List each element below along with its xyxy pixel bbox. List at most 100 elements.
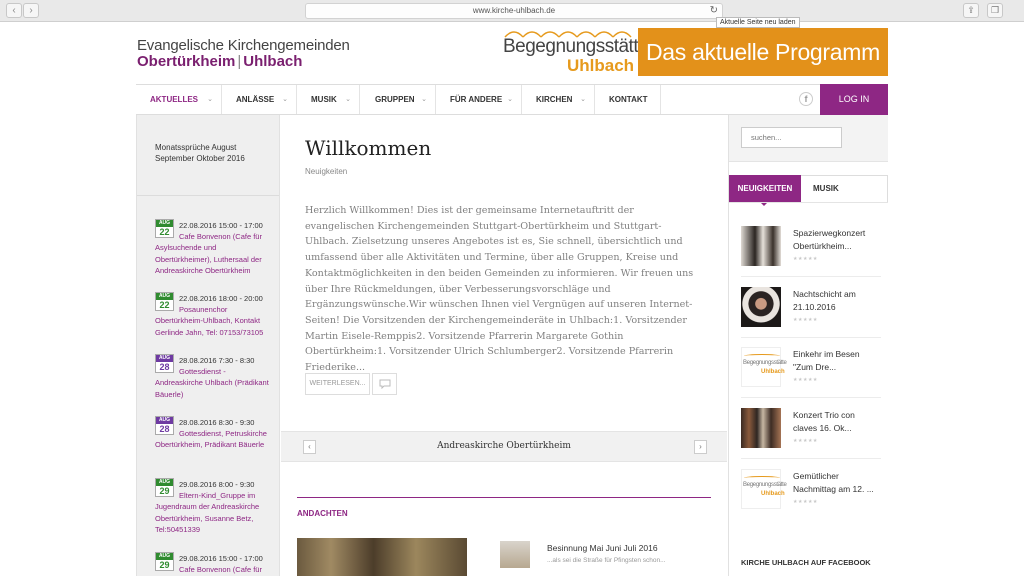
nav-gruppen[interactable]: GRUPPEN ⌄ (360, 85, 436, 114)
nav-label: AKTUELLES (150, 95, 198, 104)
news-thumbnail[interactable] (741, 408, 781, 448)
event-time: 22.08.2016 18:00 - 20:00 (179, 294, 263, 303)
news-thumbnail[interactable]: Begegnungsstätte Uhlbach (741, 469, 787, 509)
event-title[interactable]: Cafe Bonvenon (Cafe für (155, 564, 271, 575)
logo-arcs-icon (744, 354, 780, 358)
nav-label: KONTAKT (609, 95, 648, 104)
rating-stars-icon: ★★★★★ (793, 317, 818, 323)
login-button[interactable]: LOG IN (820, 84, 888, 115)
event-title[interactable]: Gottesdienst, Petruskirche Obertürkheim,… (155, 428, 271, 451)
comment-icon[interactable] (372, 373, 397, 395)
news-title[interactable]: Konzert Trio con claves 16. Ok... (793, 409, 881, 435)
nav-label: MUSIK (311, 95, 337, 104)
chevron-down-icon: ⌄ (421, 96, 427, 103)
page-title[interactable]: Willkommen (305, 136, 431, 160)
thumb-logo-place: Uhlbach (761, 369, 785, 375)
site-title: Evangelische Kirchengemeinden (137, 37, 350, 54)
facebook-section-title: KIRCHE UHLBACH AUF FACEBOOK (741, 558, 871, 567)
reload-icon[interactable]: ↻ (710, 4, 718, 18)
event-time: 29.08.2016 8:00 - 9:30 (179, 480, 255, 489)
logo-word: Begegnungsstätte (503, 36, 649, 57)
calendar-month: AUG (156, 553, 173, 560)
intro-text: Herzlich Willkommen! Dies ist der gemein… (305, 205, 694, 374)
rating-stars-icon: ★★★★★ (793, 438, 818, 444)
thumb-logo-place: Uhlbach (761, 491, 785, 497)
calendar-month: AUG (156, 417, 173, 424)
post-category[interactable]: Neuigkeiten (305, 167, 347, 176)
chevron-down-icon: ⌄ (282, 96, 288, 103)
gallery-slider: Andreaskirche Obertürkheim ‹ › (281, 431, 727, 462)
tab-musik[interactable]: MUSIK (801, 175, 888, 202)
news-title[interactable]: Spazierwegkonzert Obertürkheim... (793, 227, 881, 253)
browser-toolbar: ‹ › www.kirche-uhlbach.de ↻ ⇪ ❐ (0, 0, 1024, 22)
url-bar[interactable]: www.kirche-uhlbach.de ↻ (305, 3, 723, 19)
event-time: 22.08.2016 15:00 - 17:00 (179, 221, 263, 230)
url-text: www.kirche-uhlbach.de (472, 6, 556, 15)
slider-next-button[interactable]: › (694, 440, 707, 454)
news-thumbnail[interactable]: Begegnungsstätte Uhlbach (741, 347, 787, 387)
calendar-month: AUG (156, 293, 173, 300)
divider (741, 276, 881, 277)
nav-label: GRUPPEN (375, 95, 415, 104)
slider-prev-button[interactable]: ‹ (303, 440, 316, 454)
nav-anlaesse[interactable]: ANLÄSSE ⌄ (222, 85, 297, 114)
calendar-month: AUG (156, 479, 173, 486)
nav-label: ANLÄSSE (236, 95, 275, 104)
news-title[interactable]: Nachtschicht am 21.10.2016 (793, 288, 881, 314)
tabs-icon[interactable]: ❐ (987, 3, 1003, 18)
logo-arcs-icon (744, 476, 780, 480)
site-place-1: Obertürkheim (137, 53, 236, 70)
program-banner[interactable]: Das aktuelle Programm (638, 28, 888, 76)
andacht-title[interactable]: Besinnung Mai Juni Juli 2016 (547, 543, 658, 553)
monthly-verse-link[interactable]: Monatssprüche August September Oktober 2… (155, 142, 267, 164)
search-input[interactable] (741, 127, 842, 148)
nav-label: KIRCHEN (536, 95, 573, 104)
nav-musik[interactable]: MUSIK ⌄ (297, 85, 360, 114)
divider (741, 337, 881, 338)
section-divider (297, 497, 711, 498)
share-icon[interactable]: ⇪ (963, 3, 979, 18)
event-title[interactable]: Cafe Bonvenon (Cafe für Asylsuchende und… (155, 231, 271, 277)
news-title[interactable]: Gemütlicher Nachmittag am 12. ... (793, 470, 881, 496)
nav-aktuelles[interactable]: AKTUELLES ⌄ (136, 85, 222, 114)
event-time: 28.08.2016 7:30 - 8:30 (179, 356, 255, 365)
rating-stars-icon: ★★★★★ (793, 499, 818, 505)
event-title[interactable]: Gottesdienst - Andreaskirche Uhlbach (Pr… (155, 366, 271, 400)
site-subtitle[interactable]: Obertürkheim | Uhlbach (137, 53, 302, 70)
andachten-image[interactable] (297, 538, 467, 576)
facebook-icon[interactable]: f (799, 92, 813, 106)
nav-label: FÜR ANDERE (450, 95, 503, 104)
main-nav: AKTUELLES ⌄ ANLÄSSE ⌄ MUSIK ⌄ GRUPPEN ⌄ FÜR … (136, 84, 888, 115)
nav-kontakt[interactable]: KONTAKT (595, 85, 661, 114)
calendar-month: AUG (156, 355, 173, 362)
chevron-down-icon: ⌄ (580, 96, 586, 103)
chevron-down-icon: ⌄ (345, 96, 351, 103)
andacht-thumbnail[interactable] (500, 541, 530, 568)
chevron-down-icon: ⌄ (507, 96, 513, 103)
news-title[interactable]: Einkehr im Besen "Zum Dre... (793, 348, 881, 374)
tab-neuigkeiten[interactable]: NEUIGKEITEN (729, 175, 801, 206)
thumb-logo-word: Begegnungsstätte (743, 482, 787, 488)
nav-kirchen[interactable]: KIRCHEN ⌄ (522, 85, 595, 114)
back-icon[interactable]: ‹ (6, 3, 22, 18)
event-time: 28.08.2016 8:30 - 9:30 (179, 418, 255, 427)
event-time: 29.08.2016 15:00 - 17:00 (179, 554, 263, 563)
forward-icon[interactable]: › (23, 3, 39, 18)
news-thumbnail[interactable] (741, 226, 781, 266)
event-title[interactable]: Eltern-Kind_Gruppe im Jugendraum der And… (155, 490, 271, 536)
thumb-logo-word: Begegnungsstätte (743, 360, 787, 366)
chevron-down-icon: ⌄ (207, 96, 213, 103)
section-title-andachten: ANDACHTEN (297, 509, 348, 518)
andacht-excerpt: ...als sei die Straße für Pfingsten scho… (547, 557, 666, 564)
read-more-button[interactable]: WEITERLESEN... (305, 373, 370, 395)
calendar-month: AUG (156, 220, 173, 227)
tabs-divider (729, 202, 888, 203)
begegnungsstaette-logo[interactable]: Begegnungsstätte Uhlbach (503, 26, 649, 76)
divider (741, 458, 881, 459)
event-title[interactable]: Posaunenchor Obertürkheim-Uhlbach, Konta… (155, 304, 271, 338)
divider (741, 397, 881, 398)
news-thumbnail[interactable] (741, 287, 781, 327)
site-place-2: Uhlbach (243, 53, 303, 70)
rating-stars-icon: ★★★★★ (793, 377, 818, 383)
nav-fuer-andere[interactable]: FÜR ANDERE ⌄ (436, 85, 522, 114)
